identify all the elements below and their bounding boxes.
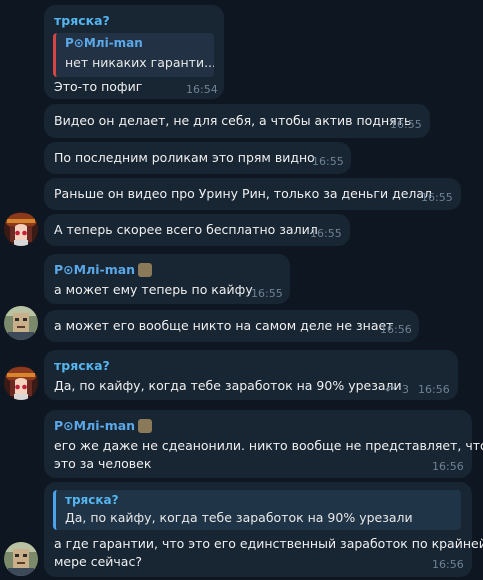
- message-bubble[interactable]: P⊙Mлі-man его же даже не сдеанонили. ник…: [44, 410, 483, 478]
- quote-text: Да, по кайфу, когда тебе заработок на 90…: [65, 510, 413, 525]
- message-bubble[interactable]: тряска? Да, по кайфу, когда тебе заработ…: [44, 482, 483, 577]
- message-text: По последним роликам это прям видно: [54, 150, 315, 165]
- avatar-image: [4, 366, 38, 400]
- message-time: 16:56: [432, 460, 464, 473]
- user-avatar[interactable]: [4, 212, 38, 246]
- quote-sender: тряска?: [65, 493, 119, 507]
- avatar-image: [4, 542, 38, 576]
- message-text: А теперь скорее всего бесплатно залил: [54, 222, 318, 237]
- avatar-image: [4, 212, 38, 246]
- reply-quote[interactable]: тряска? Да, по кайфу, когда тебе заработ…: [53, 490, 461, 530]
- message-time: 16:54: [186, 83, 218, 96]
- message-bubble[interactable]: По последним роликам это прям видно 16:5…: [44, 142, 351, 174]
- reply-count[interactable]: 3: [402, 383, 409, 396]
- message-time: 16:56: [418, 383, 450, 396]
- emoji-status-icon: [138, 263, 152, 277]
- message-bubble[interactable]: P⊙Mлі-man а может ему теперь по кайфу 16…: [44, 254, 290, 304]
- message-time: 16:55: [312, 155, 344, 168]
- sender-name[interactable]: тряска?: [54, 358, 110, 373]
- message-text-line: мере сейчас?: [54, 554, 142, 569]
- message-text: Видео он делает, не для себя, а чтобы ак…: [54, 113, 412, 128]
- message-text-line: его же даже не сдеанонили. никто вообще …: [54, 438, 483, 453]
- user-avatar[interactable]: [4, 542, 38, 576]
- message-text: Да, по кайфу, когда тебе заработок на 90…: [54, 378, 402, 393]
- sender-name[interactable]: P⊙Mлі-man: [54, 418, 135, 433]
- message-time: 16:55: [310, 227, 342, 240]
- message-time: 16:56: [432, 558, 464, 571]
- replies-icon[interactable]: ↶: [385, 383, 395, 397]
- quote-text: нет никаких гаранти...: [65, 55, 214, 70]
- sender-name[interactable]: P⊙Mлі-man: [54, 262, 135, 277]
- message-time: 16:55: [251, 287, 283, 300]
- reply-quote[interactable]: P⊙Mлі-man нет никаких гаранти...: [53, 33, 214, 77]
- quote-sender: P⊙Mлі-man: [65, 36, 143, 50]
- message-text-line: а где гарантии, что это его единственный…: [54, 536, 483, 551]
- message-bubble[interactable]: Видео он делает, не для себя, а чтобы ак…: [44, 104, 430, 138]
- message-time: 16:55: [390, 118, 422, 131]
- message-bubble[interactable]: тряска? Да, по кайфу, когда тебе заработ…: [44, 350, 458, 400]
- message-time: 16:56: [380, 323, 412, 336]
- avatar-image: [4, 306, 38, 340]
- message-bubble[interactable]: а может его вообще никто на самом деле н…: [44, 310, 419, 342]
- message-text-line: это за человек: [54, 456, 152, 471]
- message-bubble[interactable]: Раньше он видео про Урину Рин, только за…: [44, 178, 461, 210]
- message-text: Раньше он видео про Урину Рин, только за…: [54, 186, 433, 201]
- message-text: Это-то пофиг: [54, 79, 143, 94]
- user-avatar[interactable]: [4, 366, 38, 400]
- message-text: а может его вообще никто на самом деле н…: [54, 318, 394, 333]
- message-text: а может ему теперь по кайфу: [54, 282, 253, 297]
- message-bubble[interactable]: тряска? P⊙Mлі-man нет никаких гаранти...…: [44, 5, 224, 99]
- sender-name[interactable]: тряска?: [54, 13, 110, 28]
- message-time: 16:55: [421, 191, 453, 204]
- message-bubble[interactable]: А теперь скорее всего бесплатно залил 16…: [44, 214, 350, 246]
- emoji-status-icon: [138, 419, 152, 433]
- user-avatar[interactable]: [4, 306, 38, 340]
